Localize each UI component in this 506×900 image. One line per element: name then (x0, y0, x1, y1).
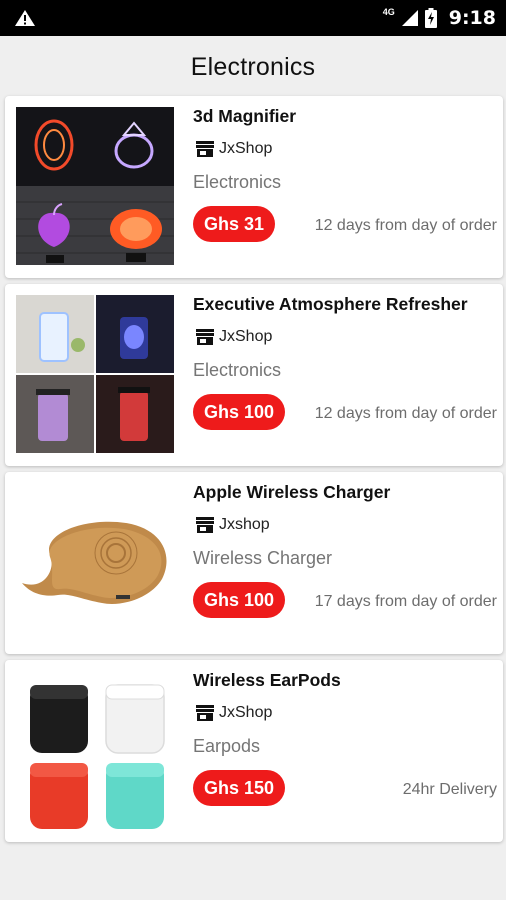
product-image (16, 483, 174, 641)
price-badge: Ghs 100 (193, 582, 286, 618)
product-card[interactable]: Apple Wireless Charger Jxshop Wireless C… (5, 472, 503, 654)
shop-label: JxShop (195, 704, 272, 722)
store-icon (196, 705, 214, 721)
signal-icon (401, 10, 418, 26)
network-type: 4G (382, 7, 395, 17)
store-icon (196, 329, 214, 345)
shop-label: JxShop (195, 140, 272, 158)
product-title: 3d Magnifier (193, 106, 297, 126)
product-title: Wireless EarPods (193, 670, 341, 690)
store-icon (196, 141, 214, 157)
shop-name: JxShop (219, 328, 273, 345)
delivery-time: 17 days from day of order (314, 593, 497, 610)
price-badge: Ghs 150 (193, 770, 286, 806)
page-title: Electronics (190, 52, 316, 81)
shop-label: Jxshop (195, 516, 270, 534)
product-card[interactable]: 3d Magnifier JxShop Electronics Ghs 31 1… (5, 96, 503, 278)
product-title: Apple Wireless Charger (193, 482, 391, 502)
product-image (16, 295, 174, 453)
product-title: Executive Atmosphere Refresher (193, 294, 468, 314)
shop-name: JxShop (219, 704, 273, 721)
product-category: Electronics (193, 172, 282, 192)
shop-name: JxShop (219, 140, 273, 157)
product-card[interactable]: Wireless EarPods JxShop Earpods Ghs 150 … (5, 660, 503, 842)
shop-name: Jxshop (219, 516, 270, 533)
clock: 9:18 (448, 7, 496, 29)
battery-icon (424, 8, 437, 28)
product-image (16, 671, 174, 829)
delivery-time: 12 days from day of order (314, 405, 497, 422)
product-category: Electronics (193, 360, 282, 380)
product-category: Wireless Charger (193, 548, 333, 568)
price-badge: Ghs 100 (193, 394, 286, 430)
app-bar: Electronics (0, 36, 506, 98)
price-badge: Ghs 31 (193, 206, 276, 242)
status-bar: 4G 9:18 (0, 0, 506, 36)
delivery-time: 24hr Delivery (402, 781, 497, 798)
store-icon (196, 517, 214, 533)
product-image (16, 107, 174, 265)
product-category: Earpods (193, 736, 261, 756)
shop-label: JxShop (195, 328, 272, 346)
product-card[interactable]: Executive Atmosphere Refresher JxShop El… (5, 284, 503, 466)
warning-icon (15, 10, 35, 26)
delivery-time: 12 days from day of order (314, 217, 497, 234)
